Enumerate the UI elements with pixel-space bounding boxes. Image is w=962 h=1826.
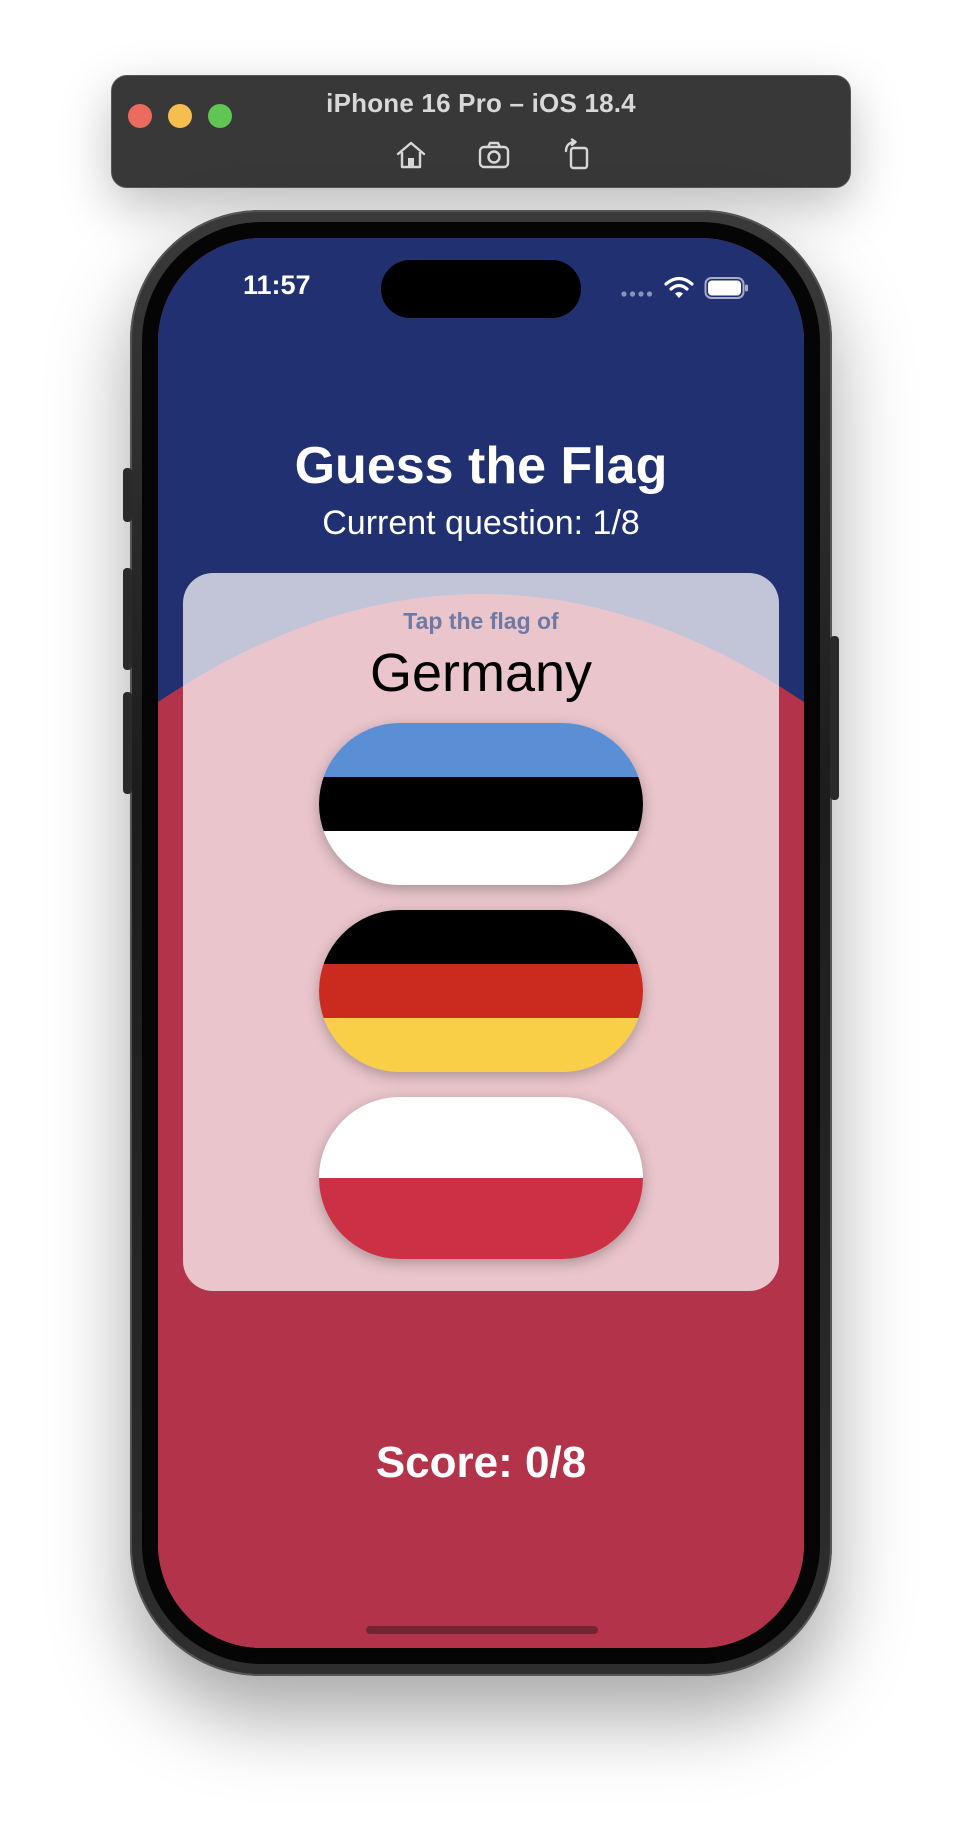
rotate-icon[interactable]	[560, 138, 594, 172]
flag-stripe	[319, 964, 643, 1018]
home-indicator[interactable]	[366, 1626, 598, 1634]
screenshot-icon[interactable]	[477, 138, 511, 172]
power-button	[830, 636, 839, 800]
flag-stripe	[319, 910, 643, 964]
flag-button-2[interactable]	[319, 910, 643, 1072]
question-counter: Current question: 1/8	[322, 504, 640, 542]
status-time: 11:57	[243, 270, 311, 300]
volume-down-button	[123, 692, 132, 794]
app-screen: 11:57 Guess the Flag Current question: 1…	[158, 238, 804, 1648]
prompt-label: Tap the flag of	[403, 608, 559, 634]
home-icon[interactable]	[394, 138, 428, 172]
simulator-toolbar: iPhone 16 Pro – iOS 18.4	[111, 75, 851, 188]
cellular-signal-icon	[621, 291, 653, 297]
estonia-flag-image	[319, 723, 643, 885]
battery-icon	[704, 277, 748, 299]
action-button	[123, 468, 132, 522]
dynamic-island	[381, 260, 581, 318]
page-title: Guess the Flag	[294, 437, 668, 495]
target-country: Germany	[369, 643, 593, 703]
score-label: Score: 0/8	[375, 1438, 587, 1487]
flag-stripe	[319, 777, 643, 831]
poland-flag-image	[319, 1097, 643, 1259]
wifi-icon	[664, 276, 694, 298]
simulator-title: iPhone 16 Pro – iOS 18.4	[326, 88, 636, 118]
volume-up-button	[123, 568, 132, 670]
germany-flag-image	[319, 910, 643, 1072]
flag-button-3[interactable]	[319, 1097, 643, 1259]
flag-stripe	[319, 1178, 643, 1259]
flag-stripe	[319, 831, 643, 885]
flag-button-1[interactable]	[319, 723, 643, 885]
flag-stripe	[319, 1097, 643, 1178]
flag-stripe	[319, 1018, 643, 1072]
flag-stripe	[319, 723, 643, 777]
